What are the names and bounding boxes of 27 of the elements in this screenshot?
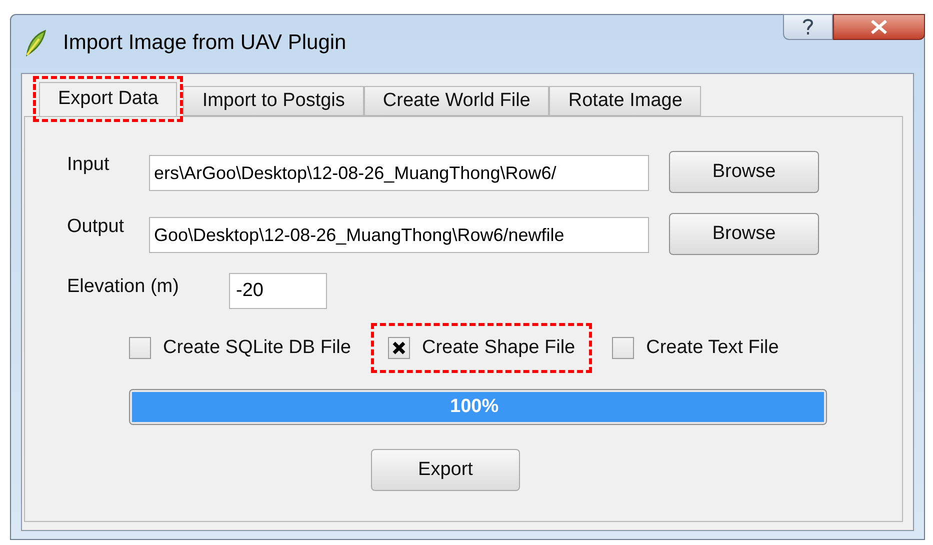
help-icon [802, 18, 814, 36]
browse-button[interactable]: Browse [669, 213, 819, 255]
help-button[interactable] [783, 14, 833, 40]
checkbox[interactable] [612, 337, 634, 359]
checkbox[interactable] [388, 337, 410, 359]
export-button[interactable]: Export [371, 449, 520, 491]
checkbox-label: Create Text File [646, 336, 779, 360]
checkbox[interactable] [129, 337, 151, 359]
tab[interactable]: Rotate Image [549, 86, 702, 116]
window-title: Import Image from UAV Plugin [63, 30, 346, 56]
cross-icon [392, 341, 406, 355]
leaf-icon [23, 29, 49, 57]
checkbox-label: Create Shape File [422, 336, 576, 360]
close-button[interactable] [833, 14, 925, 40]
progress-percentage: 100% [450, 395, 499, 419]
field-label: Input [67, 153, 110, 177]
close-icon [870, 20, 888, 34]
elevation-label: Elevation (m) [67, 275, 180, 299]
tab[interactable]: Export Data [39, 82, 178, 116]
field-label: Output [67, 215, 126, 239]
path-field[interactable]: Goo\Desktop\12-08-26_MuangThong\Row6/newfile [149, 217, 649, 253]
elevation-field[interactable]: -20 [229, 273, 327, 309]
checkbox-label: Create SQLite DB File [163, 336, 351, 360]
tab[interactable]: Create World File [364, 86, 550, 116]
browse-button[interactable]: Browse [669, 151, 819, 193]
path-field[interactable]: ers\ArGoo\Desktop\12-08-26_MuangThong\Row6/ [149, 155, 649, 191]
tab[interactable]: Import to Postgis [183, 86, 364, 116]
